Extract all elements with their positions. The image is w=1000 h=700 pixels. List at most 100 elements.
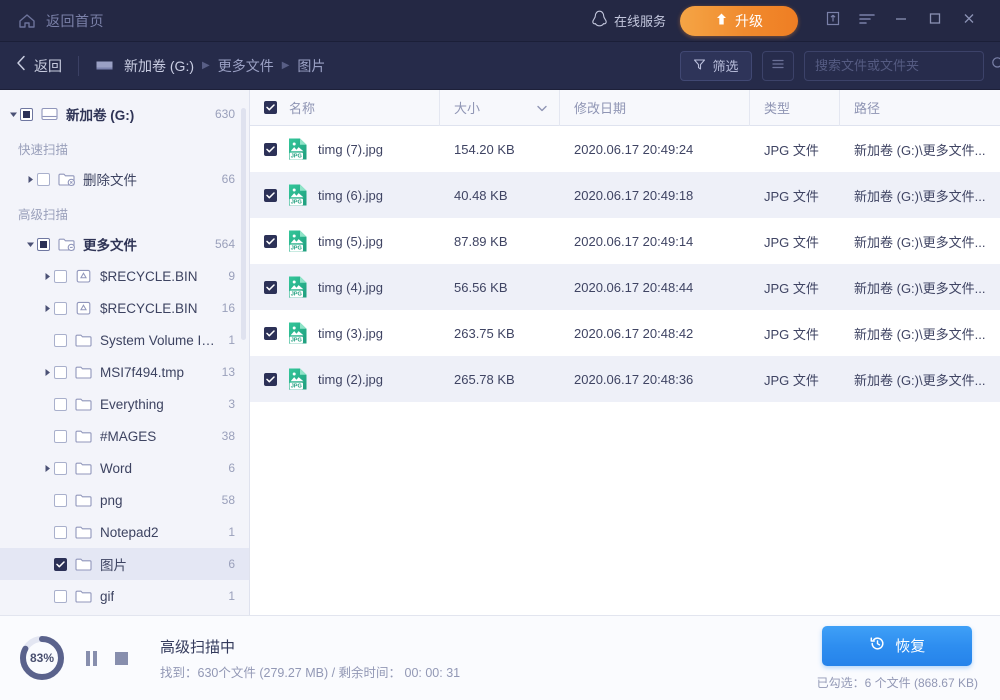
- tree-item-1-4[interactable]: MSI7f494.tmp13: [0, 356, 249, 388]
- table-row[interactable]: JPGtimg (4).jpg56.56 KB2020.06.17 20:48:…: [250, 264, 1000, 310]
- tree-checkbox[interactable]: [54, 558, 67, 571]
- caret-right-icon[interactable]: [40, 272, 54, 281]
- column-header-name[interactable]: 名称: [250, 90, 440, 126]
- tree-item-1-10[interactable]: 图片6: [0, 548, 249, 580]
- maximize-button[interactable]: [918, 6, 952, 36]
- menu-button[interactable]: [850, 6, 884, 36]
- tree-item-1-6[interactable]: #MAGES38: [0, 420, 249, 452]
- tree-checkbox[interactable]: [54, 398, 67, 411]
- folder-icon: [74, 332, 93, 348]
- close-button[interactable]: [952, 6, 986, 36]
- cell-path: 新加卷 (G:)\更多文件...: [840, 186, 1000, 205]
- tree-item-0-0[interactable]: 删除文件66: [0, 163, 249, 195]
- tree-item-1-1[interactable]: $RECYCLE.BIN9: [0, 260, 249, 292]
- column-header-type[interactable]: 类型: [750, 90, 840, 126]
- row-checkbox[interactable]: [264, 143, 277, 156]
- view-toggle-button[interactable]: [762, 51, 794, 81]
- home-button[interactable]: 返回首页: [18, 11, 104, 31]
- breadcrumb-item-2[interactable]: 图片: [297, 56, 325, 76]
- tree-item-1-7[interactable]: Word6: [0, 452, 249, 484]
- column-header-name-label: 名称: [289, 98, 315, 117]
- caret-right-icon[interactable]: [40, 368, 54, 377]
- search-input[interactable]: [815, 58, 991, 73]
- minimize-button[interactable]: [884, 6, 918, 36]
- online-service-button[interactable]: 在线服务: [592, 10, 666, 32]
- tree-checkbox[interactable]: [54, 430, 67, 443]
- tree-checkbox[interactable]: [54, 334, 67, 347]
- tree-item-1-2[interactable]: $RECYCLE.BIN16: [0, 292, 249, 324]
- tree-item-1-9[interactable]: Notepad21: [0, 516, 249, 548]
- feedback-button[interactable]: [816, 6, 850, 36]
- table-row[interactable]: JPGtimg (5).jpg87.89 KB2020.06.17 20:49:…: [250, 218, 1000, 264]
- row-checkbox[interactable]: [264, 235, 277, 248]
- tree-item-1-3[interactable]: System Volume Inf...1: [0, 324, 249, 356]
- recover-area: 恢复 已勾选：6 个文件 (868.67 KB): [817, 626, 1000, 691]
- search-box[interactable]: [804, 51, 984, 81]
- file-name-label: timg (7).jpg: [318, 142, 383, 157]
- row-checkbox[interactable]: [264, 373, 277, 386]
- filter-button[interactable]: 筛选: [680, 51, 752, 81]
- tree-checkbox[interactable]: [54, 590, 67, 603]
- table-row[interactable]: JPGtimg (7).jpg154.20 KB2020.06.17 20:49…: [250, 126, 1000, 172]
- tree-item-1-5[interactable]: Everything3: [0, 388, 249, 420]
- cell-type: JPG 文件: [750, 140, 840, 159]
- cell-size: 154.20 KB: [440, 142, 560, 157]
- breadcrumb-item-0[interactable]: 新加卷 (G:): [124, 56, 194, 76]
- folder-icon: [74, 492, 93, 508]
- caret-right-icon[interactable]: [40, 304, 54, 313]
- search-icon[interactable]: [991, 56, 1000, 76]
- tree-checkbox[interactable]: [54, 494, 67, 507]
- sidebar-scrollbar[interactable]: [241, 108, 246, 340]
- folder-icon: [74, 396, 93, 412]
- caret-right-icon[interactable]: [40, 464, 54, 473]
- tree-item-1-11[interactable]: gif1: [0, 580, 249, 612]
- cell-name: JPGtimg (5).jpg: [250, 229, 440, 253]
- column-header-date[interactable]: 修改日期: [560, 90, 750, 126]
- tree-checkbox[interactable]: [37, 173, 50, 186]
- row-checkbox[interactable]: [264, 281, 277, 294]
- tree-checkbox[interactable]: [54, 366, 67, 379]
- title-bar: 返回首页 在线服务 升级: [0, 0, 1000, 42]
- back-button[interactable]: 返回: [16, 55, 62, 76]
- tree-checkbox[interactable]: [20, 108, 33, 121]
- row-checkbox[interactable]: [264, 327, 277, 340]
- upgrade-button[interactable]: 升级: [680, 6, 798, 36]
- caret-down-icon[interactable]: [6, 110, 20, 119]
- tree-checkbox[interactable]: [54, 302, 67, 315]
- row-checkbox[interactable]: [264, 189, 277, 202]
- tree-item-root[interactable]: 新加卷 (G:)630: [0, 98, 249, 130]
- folder-tree-sidebar[interactable]: 新加卷 (G:)630快速扫描删除文件66高级扫描更多文件564$RECYCLE…: [0, 90, 250, 615]
- tree-checkbox[interactable]: [54, 526, 67, 539]
- jpg-file-icon: JPG: [287, 183, 309, 207]
- breadcrumb-item-1[interactable]: 更多文件: [218, 56, 274, 76]
- tree-checkbox[interactable]: [37, 238, 50, 251]
- table-row[interactable]: JPGtimg (6).jpg40.48 KB2020.06.17 20:49:…: [250, 172, 1000, 218]
- tree-item-1-0[interactable]: 更多文件564: [0, 228, 249, 260]
- select-all-checkbox[interactable]: [264, 101, 277, 114]
- toolbar-tools: 筛选: [680, 51, 1000, 81]
- tree-item-count: 38: [214, 429, 235, 443]
- tree-item-1-8[interactable]: png58: [0, 484, 249, 516]
- stop-icon: [115, 652, 128, 665]
- scan-controls: [86, 651, 128, 666]
- tree-checkbox[interactable]: [54, 462, 67, 475]
- column-header-path[interactable]: 路径: [840, 90, 1000, 126]
- table-row[interactable]: JPGtimg (2).jpg265.78 KB2020.06.17 20:48…: [250, 356, 1000, 402]
- cell-date: 2020.06.17 20:48:36: [560, 372, 750, 387]
- cell-type: JPG 文件: [750, 324, 840, 343]
- funnel-icon: [693, 58, 706, 74]
- pause-icon: [86, 651, 97, 666]
- column-header-size[interactable]: 大小: [440, 90, 560, 126]
- caret-down-icon[interactable]: [23, 240, 37, 249]
- cell-size: 40.48 KB: [440, 188, 560, 203]
- recover-button[interactable]: 恢复: [822, 626, 972, 666]
- drive-icon: [40, 106, 59, 122]
- pause-scan-button[interactable]: [86, 651, 97, 666]
- table-row[interactable]: JPGtimg (3).jpg263.75 KB2020.06.17 20:48…: [250, 310, 1000, 356]
- tree-item-label: 新加卷 (G:): [66, 104, 134, 124]
- filter-label: 筛选: [712, 56, 738, 75]
- stop-scan-button[interactable]: [115, 652, 128, 665]
- caret-right-icon[interactable]: [23, 175, 37, 184]
- cell-path: 新加卷 (G:)\更多文件...: [840, 278, 1000, 297]
- tree-checkbox[interactable]: [54, 270, 67, 283]
